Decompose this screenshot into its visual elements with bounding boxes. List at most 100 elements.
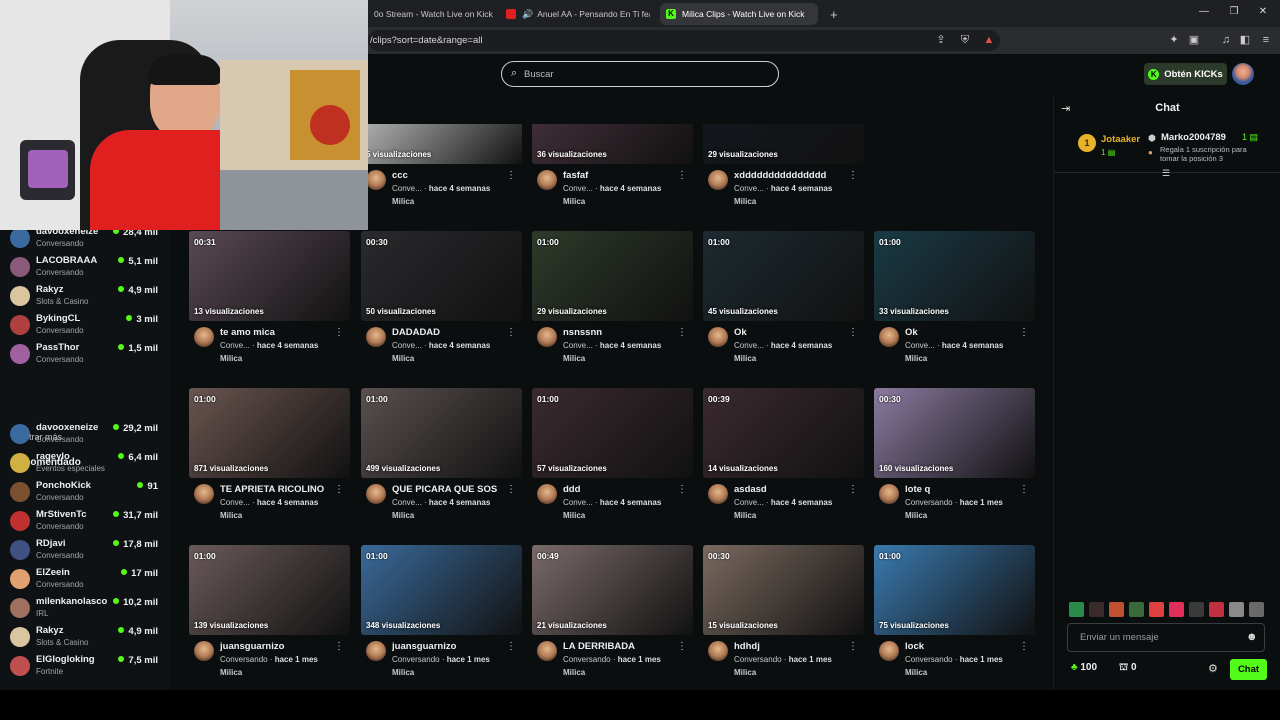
clip-card[interactable]: 29 visualizaciones xddddddddddddddd ⋮ Conve…	[703, 124, 864, 219]
clip-thumbnail[interactable]: 01:00 57 visualizaciones	[532, 388, 693, 478]
clip-channel[interactable]: Milica	[392, 197, 414, 206]
new-tab-button[interactable]: +	[824, 3, 842, 25]
clip-channel[interactable]: Milica	[563, 511, 585, 520]
more-options-icon[interactable]: ⋮	[677, 484, 687, 495]
triangle-icon[interactable]: ▲	[982, 33, 996, 47]
clip-thumbnail[interactable]: 00:30 50 visualizaciones	[361, 231, 522, 321]
sidebar-channel[interactable]: RDjavi Conversando 17,8 mil	[10, 537, 162, 563]
sidebar-channel[interactable]: PonchoKick Conversando 91	[10, 479, 162, 505]
clip-title[interactable]: LA DERRIBADA	[563, 641, 673, 652]
clip-card[interactable]: 36 visualizaciones fasfaf ⋮ Conve... · hace…	[532, 124, 693, 219]
clip-card[interactable]: 01:00 139 visualizaciones juansguarnizo ⋮ Co…	[189, 545, 350, 690]
more-options-icon[interactable]: ⋮	[506, 484, 516, 495]
menu-icon[interactable]: ≡	[1259, 33, 1273, 47]
clip-card[interactable]: 01:00 57 visualizaciones ddd ⋮ Conve... · ha…	[532, 388, 693, 533]
clip-title[interactable]: juansguarnizo	[220, 641, 330, 652]
clip-channel[interactable]: Milica	[734, 668, 756, 677]
channel-avatar[interactable]	[366, 327, 386, 347]
emote-icon[interactable]	[1109, 602, 1124, 617]
clip-channel[interactable]: Milica	[392, 511, 414, 520]
more-options-icon[interactable]: ⋮	[506, 170, 516, 181]
channel-avatar[interactable]	[537, 484, 557, 504]
channel-avatar[interactable]	[708, 327, 728, 347]
clip-channel[interactable]: Milica	[392, 668, 414, 677]
clip-thumbnail[interactable]: 00:31 13 visualizaciones	[189, 231, 350, 321]
clip-channel[interactable]: Milica	[220, 668, 242, 677]
share-icon[interactable]: ⇪	[934, 33, 948, 47]
more-options-icon[interactable]: ⋮	[334, 327, 344, 338]
clip-title[interactable]: fasfaf	[563, 170, 673, 181]
more-options-icon[interactable]: ⋮	[848, 641, 858, 652]
clip-card[interactable]: 00:30 50 visualizaciones DADADAD ⋮ Conve... …	[361, 231, 522, 376]
channel-avatar[interactable]	[194, 327, 214, 347]
clip-thumbnail[interactable]: 01:00 139 visualizaciones	[189, 545, 350, 635]
channel-avatar[interactable]	[537, 170, 557, 190]
clip-title[interactable]: Ok	[905, 327, 1015, 338]
more-options-icon[interactable]: ⋮	[677, 170, 687, 181]
more-options-icon[interactable]: ⋮	[1019, 327, 1029, 338]
sidebar-channel[interactable]: rageylo Eventos especiales 6,4 mil	[10, 450, 162, 476]
clip-title[interactable]: xddddddddddddddd	[734, 170, 844, 181]
channel-avatar[interactable]	[708, 170, 728, 190]
get-kicks-button[interactable]: K Obtén KICKs	[1144, 63, 1227, 85]
gifts-display[interactable]: ⛫ 0	[1119, 662, 1137, 675]
sidebar-channel[interactable]: BykingCL Conversando 3 mil	[10, 312, 162, 338]
clip-card[interactable]: 00:39 14 visualizaciones asdasd ⋮ Conve... ·…	[703, 388, 864, 533]
channel-avatar[interactable]	[537, 641, 557, 661]
channel-avatar[interactable]	[194, 484, 214, 504]
more-options-icon[interactable]: ⋮	[334, 484, 344, 495]
clip-thumbnail[interactable]: 00:30 15 visualizaciones	[703, 545, 864, 635]
clip-title[interactable]: ddd	[563, 484, 673, 495]
expand-gifters-icon[interactable]: ☰	[1162, 168, 1170, 179]
user-avatar[interactable]	[1232, 63, 1254, 85]
clip-title[interactable]: ccc	[392, 170, 502, 181]
emote-icon[interactable]	[1209, 602, 1224, 617]
more-options-icon[interactable]: ⋮	[677, 641, 687, 652]
more-options-icon[interactable]: ⋮	[1019, 484, 1029, 495]
window-close-icon[interactable]: ✕	[1256, 6, 1270, 17]
channel-avatar[interactable]	[537, 327, 557, 347]
browser-tab-active[interactable]: K Milica Clips - Watch Live on Kick ✕	[660, 3, 818, 25]
channel-avatar[interactable]	[366, 484, 386, 504]
more-options-icon[interactable]: ⋮	[848, 484, 858, 495]
channel-avatar[interactable]	[879, 641, 899, 661]
clip-title[interactable]: lock	[905, 641, 1015, 652]
sidebar-channel[interactable]: LACOBRAAA Conversando 5,1 mil	[10, 254, 162, 280]
clip-card[interactable]: 01:00 499 visualizaciones QUE PICARA QUE S…	[361, 388, 522, 533]
clip-thumbnail[interactable]: 00:30 160 visualizaciones	[874, 388, 1035, 478]
clip-card[interactable]: 00:30 15 visualizaciones hdhdj ⋮ Conversando…	[703, 545, 864, 690]
clip-title[interactable]: hdhdj	[734, 641, 844, 652]
clip-thumbnail[interactable]: 5 visualizaciones	[361, 124, 522, 164]
clip-channel[interactable]: Milica	[905, 668, 927, 677]
clip-card[interactable]: 5 visualizaciones ccc ⋮ Conve... · hace 4 s…	[361, 124, 522, 219]
clip-title[interactable]: nsnssnn	[563, 327, 673, 338]
clip-channel[interactable]: Milica	[220, 511, 242, 520]
sidebar-toggle-icon[interactable]: ◧	[1238, 33, 1252, 47]
browser-tab[interactable]: 0o Stream - Watch Live on Kick	[368, 3, 502, 25]
clip-thumbnail[interactable]: 29 visualizaciones	[703, 124, 864, 164]
more-options-icon[interactable]: ⋮	[506, 641, 516, 652]
sidebar-channel[interactable]: MrStivenTc Conversando 31,7 mil	[10, 508, 162, 534]
browser-tab[interactable]: 🔊 Anuel AA - Pensando En Ti feat. V	[500, 3, 650, 25]
channel-avatar[interactable]	[708, 484, 728, 504]
sidebar-channel[interactable]: PassThor Conversando 1,5 mil	[10, 341, 162, 367]
clip-title[interactable]: QUE PICARA QUE SOS	[392, 484, 502, 495]
chat-input[interactable]	[1080, 632, 1240, 643]
sidebar-channel[interactable]: davooxeneize Conversando 29,2 mil	[10, 421, 162, 447]
clip-thumbnail[interactable]: 01:00 75 visualizaciones	[874, 545, 1035, 635]
clip-thumbnail[interactable]: 00:49 21 visualizaciones	[532, 545, 693, 635]
extensions-icon[interactable]: ✦	[1167, 33, 1181, 47]
emote-icon[interactable]	[1189, 602, 1204, 617]
channel-avatar[interactable]	[366, 170, 386, 190]
clip-thumbnail[interactable]: 01:00 499 visualizaciones	[361, 388, 522, 478]
channel-avatar[interactable]	[366, 641, 386, 661]
clip-card[interactable]: 00:31 13 visualizaciones te amo mica ⋮ Conve…	[189, 231, 350, 376]
emote-icon[interactable]	[1129, 602, 1144, 617]
clip-card[interactable]: 00:30 160 visualizaciones lote q ⋮ Conversan…	[874, 388, 1035, 533]
search-bar[interactable]: ⌕	[501, 61, 779, 87]
clip-thumbnail[interactable]: 36 visualizaciones	[532, 124, 693, 164]
clip-channel[interactable]: Milica	[734, 197, 756, 206]
more-options-icon[interactable]: ⋮	[334, 641, 344, 652]
clip-thumbnail[interactable]: 01:00 348 visualizaciones	[361, 545, 522, 635]
settings-icon[interactable]: ⚙	[1208, 662, 1218, 675]
